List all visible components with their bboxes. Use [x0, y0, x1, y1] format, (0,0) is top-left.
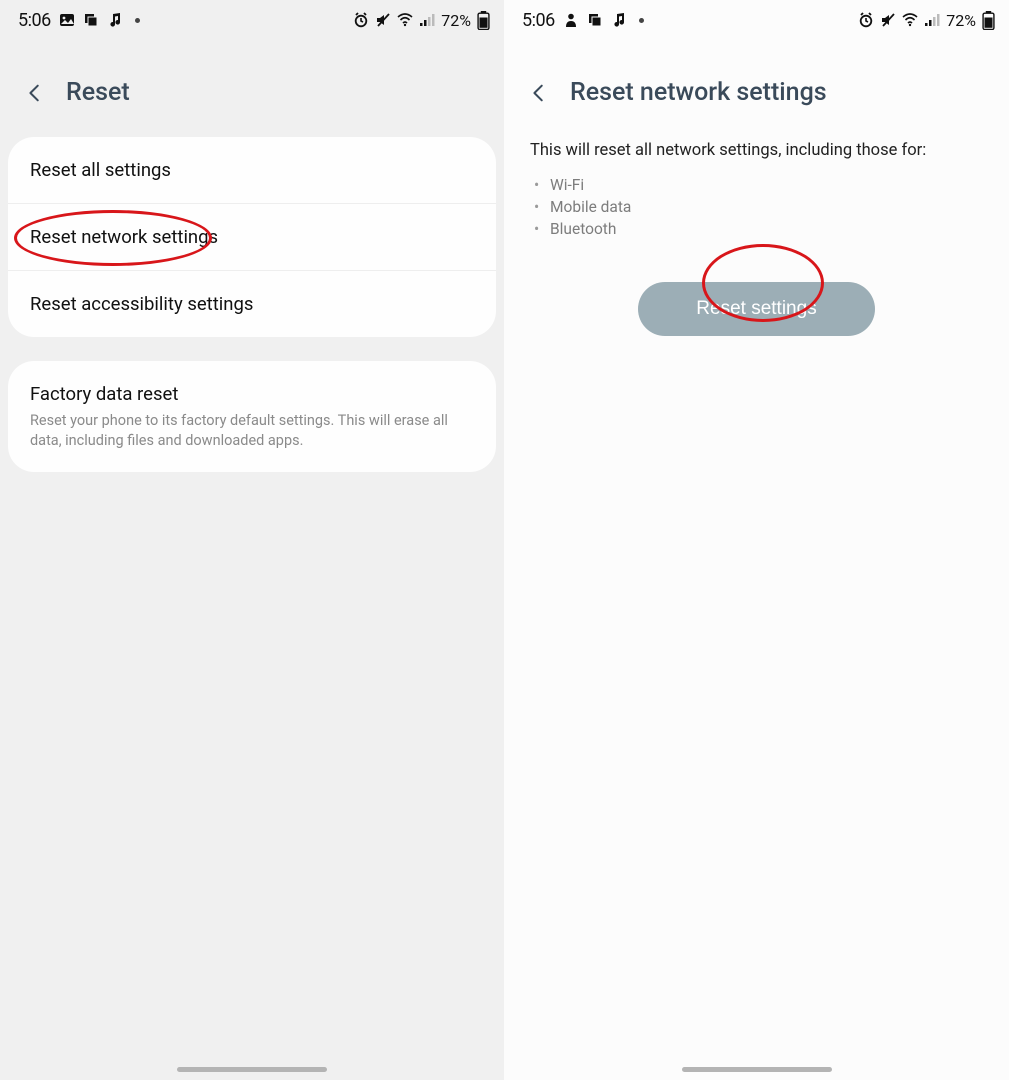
list-item-label: Reset accessibility settings — [30, 293, 253, 315]
battery-percent: 72% — [441, 11, 471, 30]
more-dot-icon — [639, 18, 644, 23]
image-icon — [59, 12, 75, 28]
alarm-icon — [858, 12, 874, 28]
list-item-subtitle: Reset your phone to its factory default … — [30, 411, 474, 450]
home-indicator[interactable] — [177, 1067, 327, 1072]
music-icon — [107, 12, 123, 28]
reset-settings-button[interactable]: Reset settings — [638, 282, 874, 336]
page-header: Reset network settings — [504, 34, 1009, 137]
back-icon[interactable] — [24, 82, 46, 104]
screenshot-left: 5:06 72% — [0, 0, 504, 1080]
person-icon — [563, 12, 579, 28]
factory-data-reset-item[interactable]: Factory data reset Reset your phone to i… — [8, 361, 496, 472]
battery-icon — [477, 11, 490, 30]
screenshot-right: 5:06 72% — [504, 0, 1009, 1080]
factory-reset-card: Factory data reset Reset your phone to i… — [8, 361, 496, 472]
bullet-item: Wi-Fi — [550, 174, 983, 196]
reset-network-settings-item[interactable]: Reset network settings — [8, 203, 496, 270]
overlay-icon — [83, 12, 99, 28]
more-dot-icon — [135, 18, 140, 23]
mute-icon — [880, 12, 896, 28]
description-text: This will reset all network settings, in… — [504, 137, 1009, 168]
back-icon[interactable] — [528, 82, 550, 104]
status-bar: 5:06 72% — [504, 0, 1009, 34]
battery-icon — [982, 11, 995, 30]
music-icon — [611, 12, 627, 28]
list-item-label: Reset all settings — [30, 159, 171, 181]
reset-all-settings-item[interactable]: Reset all settings — [8, 137, 496, 203]
page-title: Reset — [66, 78, 130, 107]
signal-icon — [419, 12, 435, 28]
list-item-label: Reset network settings — [30, 226, 218, 248]
list-item-label: Factory data reset — [30, 383, 178, 405]
status-bar: 5:06 72% — [0, 0, 504, 34]
home-indicator[interactable] — [682, 1067, 832, 1072]
wifi-icon — [397, 12, 413, 28]
reset-options-card: Reset all settings Reset network setting… — [8, 137, 496, 337]
alarm-icon — [353, 12, 369, 28]
battery-percent: 72% — [946, 11, 976, 30]
bullet-list: Wi-Fi Mobile data Bluetooth — [504, 168, 1009, 256]
clock: 5:06 — [18, 10, 51, 31]
overlay-icon — [587, 12, 603, 28]
bullet-item: Bluetooth — [550, 218, 983, 240]
page-title: Reset network settings — [570, 78, 827, 107]
page-header: Reset — [0, 34, 504, 137]
signal-icon — [924, 12, 940, 28]
bullet-item: Mobile data — [550, 196, 983, 218]
reset-accessibility-settings-item[interactable]: Reset accessibility settings — [8, 270, 496, 337]
wifi-icon — [902, 12, 918, 28]
mute-icon — [375, 12, 391, 28]
clock: 5:06 — [522, 10, 555, 31]
